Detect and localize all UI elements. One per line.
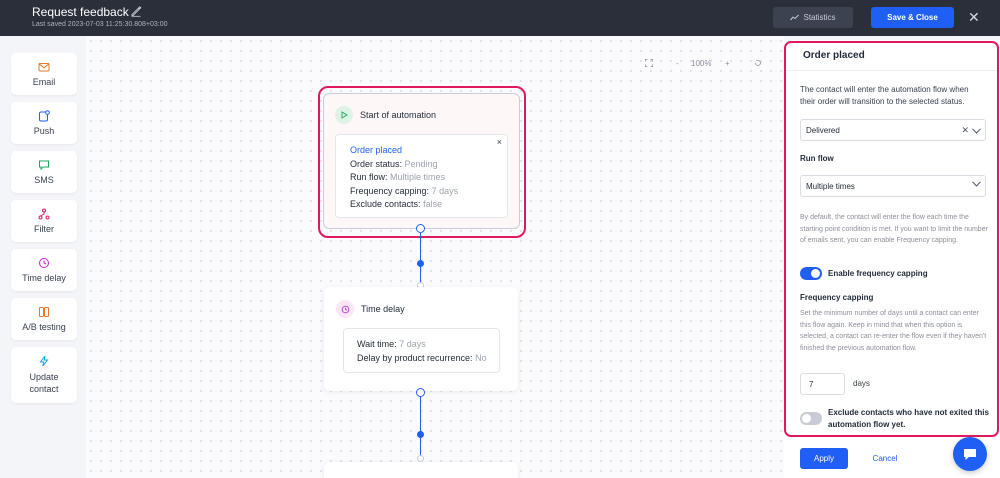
frequency-capping-toggle[interactable]	[800, 267, 822, 280]
tool-label: Update contact	[29, 372, 59, 394]
label: Run flow:	[350, 172, 388, 182]
label: Exclude contacts:	[350, 199, 421, 209]
delay-details[interactable]: Wait time: 7 days Delay by product recur…	[343, 328, 500, 373]
chat-icon	[964, 448, 976, 460]
value: No	[475, 352, 487, 363]
tool-label: Filter	[34, 224, 54, 234]
frequency-row: Frequency capping: 7 days	[350, 185, 507, 199]
order-status-select[interactable]: Delivered ✕	[800, 119, 986, 141]
play-icon	[335, 106, 353, 124]
tool-label: Time delay	[22, 273, 66, 283]
ab-testing-icon	[39, 307, 49, 317]
order-status-row: Order status: Pending	[350, 158, 507, 172]
run-flow-label: Run flow	[800, 154, 834, 163]
run-flow-row: Run flow: Multiple times	[350, 171, 507, 185]
wait-time-row: Wait time: 7 days	[357, 338, 499, 352]
remove-trigger-icon[interactable]: ×	[497, 136, 502, 150]
recurrence-row: Delay by product recurrence: No	[357, 352, 499, 366]
tool-email[interactable]: Email	[11, 53, 77, 95]
last-saved-text: Last saved 2023-07-03 11:25:30.808+03:00	[32, 21, 168, 28]
output-port[interactable]	[416, 388, 425, 397]
exclude-contacts-toggle[interactable]	[800, 412, 822, 425]
tool-label: Email	[32, 77, 56, 87]
value: Multiple times	[390, 172, 446, 182]
output-port[interactable]	[416, 224, 425, 233]
node-title: Start of automation	[360, 110, 437, 120]
zoom-controls: - 100% +	[645, 57, 765, 69]
pencil-icon[interactable]	[130, 5, 142, 17]
input-port[interactable]	[417, 455, 424, 462]
exclude-row: Exclude contacts: false	[350, 198, 507, 212]
zoom-out-button[interactable]: -	[676, 59, 679, 68]
value: Pending	[404, 158, 438, 169]
reset-icon[interactable]	[754, 59, 762, 67]
save-close-button[interactable]: Save & Close	[871, 7, 954, 28]
panel-title: Order placed	[803, 50, 865, 61]
statistics-label: Statistics	[803, 13, 836, 22]
tool-sms[interactable]: SMS	[11, 151, 77, 193]
run-flow-help: By default, the contact will enter the f…	[800, 214, 988, 244]
zoom-level: 100%	[691, 58, 712, 68]
clear-icon[interactable]: ✕	[961, 125, 969, 136]
clock-icon	[336, 300, 354, 318]
close-icon[interactable]: ✕	[968, 9, 980, 25]
run-flow-select[interactable]: Multiple times	[800, 175, 986, 197]
chat-bubble-icon	[39, 160, 49, 171]
enable-capping-label: Enable frequency capping	[828, 269, 928, 278]
tool-ab-testing[interactable]: A/B testing	[11, 298, 77, 340]
trend-icon	[790, 14, 800, 21]
lightning-icon	[39, 355, 49, 367]
push-icon	[39, 110, 50, 122]
panel-intro: The contact will enter the automation fl…	[800, 85, 969, 106]
label: Order status:	[350, 158, 403, 169]
label: Frequency capping:	[350, 185, 430, 196]
days-input[interactable]: 7	[800, 373, 845, 395]
value: 7 days	[399, 339, 426, 349]
label: Delay by product recurrence:	[357, 352, 473, 363]
tool-time-delay[interactable]: Time delay	[11, 249, 77, 291]
connector-line	[420, 397, 421, 457]
tool-filter[interactable]: Filter	[11, 200, 77, 242]
zoom-in-button[interactable]: +	[725, 59, 730, 68]
tool-label: SMS	[34, 175, 54, 185]
divider	[786, 70, 997, 71]
filter-icon	[38, 208, 50, 220]
chevron-down-icon[interactable]	[972, 181, 981, 187]
selected-value: Multiple times	[806, 181, 855, 191]
connector-line	[420, 233, 421, 285]
node-header: Start of automation	[335, 106, 436, 124]
next-node[interactable]	[324, 462, 518, 478]
envelope-icon	[38, 63, 50, 72]
capping-help: Set the minimum number of days until a c…	[800, 310, 987, 352]
days-unit: days	[853, 379, 870, 388]
fit-screen-icon[interactable]	[645, 59, 653, 67]
chevron-down-icon[interactable]	[972, 127, 981, 134]
label: Wait time:	[357, 339, 397, 349]
time-delay-node[interactable]: Time delay Wait time: 7 days Delay by pr…	[324, 287, 518, 391]
value: false	[423, 199, 443, 209]
selected-value: Delivered	[806, 125, 840, 135]
exclude-contacts-label: Exclude contacts who have not exited thi…	[828, 408, 989, 429]
tool-label: Push	[33, 126, 55, 136]
tool-push[interactable]: Push	[11, 102, 77, 144]
clock-icon	[39, 258, 49, 268]
tool-update-contact[interactable]: Update contact	[11, 347, 77, 403]
chat-widget-button[interactable]	[953, 437, 987, 471]
connector-midpoint[interactable]	[417, 431, 424, 438]
apply-button[interactable]: Apply	[800, 448, 848, 469]
connector-midpoint[interactable]	[417, 260, 424, 267]
value: 7 days	[431, 185, 459, 196]
tool-label: A/B testing	[22, 322, 66, 332]
automation-title: Request feedback	[32, 5, 129, 19]
cancel-button[interactable]: Cancel	[862, 448, 908, 469]
top-bar: Request feedback Last saved 2023-07-03 1…	[0, 0, 1000, 36]
trigger-name[interactable]: Order placed	[350, 144, 507, 158]
statistics-button[interactable]: Statistics	[773, 7, 853, 28]
node-header: Time delay	[336, 300, 405, 318]
start-automation-node[interactable]: Start of automation Order placed Order s…	[323, 93, 520, 229]
trigger-details[interactable]: Order placed Order status: Pending Run f…	[335, 134, 508, 218]
node-title: Time delay	[361, 304, 405, 314]
frequency-capping-label: Frequency capping	[800, 293, 874, 302]
